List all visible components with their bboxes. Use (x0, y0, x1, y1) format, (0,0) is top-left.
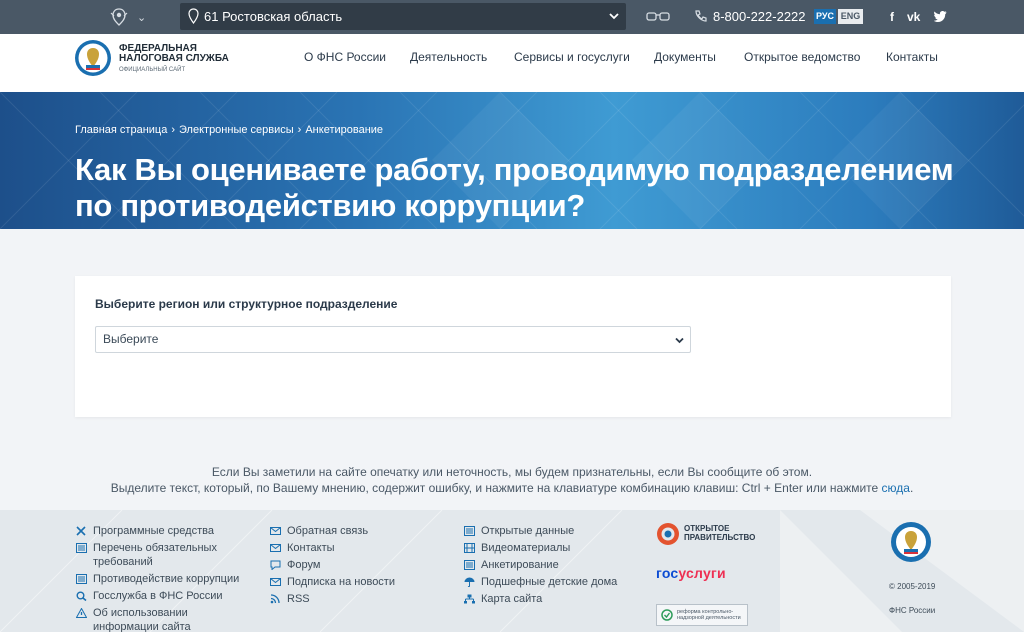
footer-link[interactable]: Анкетирование (464, 558, 634, 572)
search-icon (76, 591, 87, 601)
nav-documents[interactable]: Документы (654, 50, 716, 64)
lang-en-button[interactable]: ENG (838, 9, 863, 24)
footer-link[interactable]: Противодействие коррупции (76, 572, 246, 586)
page-title: Как Вы оцениваете работу, проводимую под… (75, 152, 954, 223)
reform-banner[interactable]: реформа контрольно-надзорной деятельност… (656, 604, 748, 626)
site-header: ФЕДЕРАЛЬНАЯ НАЛОГОВАЯ СЛУЖБА ОФИЦИАЛЬНЫЙ… (0, 34, 1024, 92)
footer-link[interactable]: Карта сайта (464, 592, 634, 606)
chevron-down-icon (675, 337, 684, 344)
hero-banner: Главная страница › Электронные сервисы › Анк… (0, 92, 1024, 229)
region-select-label: Выберите регион или структурное подразде… (95, 297, 398, 311)
chevron-right-icon: › (297, 124, 302, 136)
footer-col-1: Программные средства Перечень обязательн… (76, 524, 246, 632)
emblem-icon[interactable] (108, 7, 130, 27)
footer-col-2: Обратная связь Контакты Форум Подписка н… (270, 524, 440, 609)
region-value: 61 Ростовская область (204, 9, 343, 24)
list-icon (464, 526, 475, 536)
tools-icon (76, 526, 86, 536)
nav-services[interactable]: Сервисы и госуслуги (514, 50, 630, 64)
list-icon (76, 574, 87, 584)
mail-icon (270, 527, 281, 535)
footer-link[interactable]: Видеоматериалы (464, 541, 634, 555)
breadcrumb-home[interactable]: Главная страница (75, 124, 167, 136)
sitemap-icon (464, 594, 475, 604)
footer-link[interactable]: RSS (270, 592, 440, 606)
chevron-down-icon[interactable]: ⌄ (137, 11, 146, 24)
rss-icon (270, 594, 280, 604)
nav-contacts[interactable]: Контакты (886, 50, 938, 64)
vk-icon[interactable]: vk (907, 10, 920, 24)
report-typo-link[interactable]: сюда (882, 481, 910, 495)
chat-icon (270, 560, 281, 570)
list-icon (76, 543, 87, 553)
lang-ru-button[interactable]: РУС (814, 9, 836, 24)
fns-emblem-icon[interactable] (890, 521, 932, 563)
footer-link[interactable]: Перечень обязательных требований (76, 541, 246, 569)
mail-icon (270, 544, 281, 552)
footer-link[interactable]: Подшефные детские дома (464, 575, 634, 589)
gosuslugi-link[interactable]: госуслуги (656, 565, 726, 581)
top-bar: ⌄ 61 Ростовская область 8-800-222-2222 Р… (0, 0, 1024, 34)
twitter-icon[interactable] (934, 11, 947, 22)
footer-org-name: ФНС России (889, 606, 936, 615)
footer-link[interactable]: Форум (270, 558, 440, 572)
typo-notice: Если Вы заметили на сайте опечатку или н… (0, 464, 1024, 496)
footer-link[interactable]: Открытые данные (464, 524, 634, 538)
facebook-icon[interactable]: f (890, 10, 894, 24)
open-government-link[interactable]: ОТКРЫТОЕ ПРАВИТЕЛЬСТВО (684, 524, 755, 542)
info-icon (76, 608, 87, 618)
footer-link[interactable]: Обратная связь (270, 524, 440, 538)
umbrella-icon (464, 577, 475, 587)
list-icon (464, 560, 475, 570)
footer-link[interactable]: Программные средства (76, 524, 246, 538)
open-government-logo-icon[interactable] (656, 522, 680, 546)
hotline-phone[interactable]: 8-800-222-2222 (713, 9, 806, 24)
reform-logo-icon (661, 609, 673, 621)
nav-about[interactable]: О ФНС России (304, 50, 386, 64)
survey-card: Выберите регион или структурное подразде… (75, 276, 951, 417)
chevron-down-icon (609, 13, 619, 20)
nav-open-agency[interactable]: Открытое ведомство (744, 50, 860, 64)
subdivision-select-value: Выберите (103, 332, 159, 346)
breadcrumb-services[interactable]: Электронные сервисы (179, 124, 294, 136)
chevron-right-icon: › (171, 124, 176, 136)
breadcrumb: Главная страница › Электронные сервисы › Анк… (75, 124, 383, 136)
accessibility-glasses-icon[interactable] (646, 10, 670, 22)
mail-icon (270, 578, 281, 586)
copyright: © 2005-2019 (889, 582, 936, 591)
location-pin-icon (188, 8, 199, 24)
footer-link[interactable]: Подписка на новости (270, 575, 440, 589)
typo-notice-line1: Если Вы заметили на сайте опечатку или н… (211, 465, 813, 479)
footer-link[interactable]: Госслужба в ФНС России (76, 589, 246, 603)
logo-text[interactable]: ФЕДЕРАЛЬНАЯ НАЛОГОВАЯ СЛУЖБА ОФИЦИАЛЬНЫЙ… (119, 44, 229, 75)
nav-activity[interactable]: Деятельность (410, 50, 487, 64)
region-select[interactable]: 61 Ростовская область (180, 3, 626, 30)
footer-col-3: Открытые данные Видеоматериалы Анкетиров… (464, 524, 634, 609)
subdivision-select[interactable]: Выберите (95, 326, 691, 353)
breadcrumb-survey: Анкетирование (305, 124, 384, 136)
film-icon (464, 543, 475, 553)
typo-notice-line2: Выделите текст, который, по Вашему мнени… (110, 481, 914, 495)
phone-icon (695, 10, 707, 22)
footer-link[interactable]: Об использовании информации сайта (76, 606, 246, 632)
footer-link[interactable]: Контакты (270, 541, 440, 555)
fns-logo-icon[interactable] (74, 39, 112, 77)
